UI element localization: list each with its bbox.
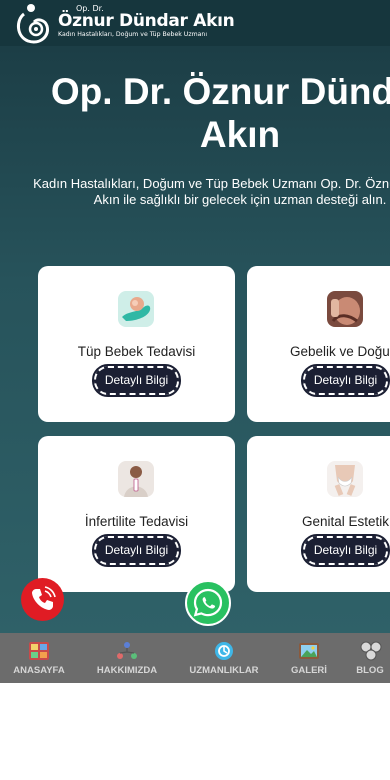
- pregnancy-icon: [327, 291, 363, 327]
- logo-tagline: Kadın Hastalıkları, Doğum ve Tüp Bebek U…: [58, 31, 208, 38]
- logo-name[interactable]: Öznur Dündar Akın: [58, 11, 235, 31]
- nav-label: BLOG: [356, 665, 384, 676]
- nav-item-galeri[interactable]: GALERİ: [280, 633, 338, 683]
- nav-item-uzmanliklar[interactable]: UZMANLIKLAR: [184, 633, 264, 683]
- service-detail-button[interactable]: Detaylı Bilgi: [92, 364, 181, 397]
- nav-item-hakkimizda[interactable]: HAKKIMIZDA: [92, 633, 162, 683]
- hero-subtitle: Kadın Hastalıkları, Doğum ve Tüp Bebek U…: [0, 176, 390, 208]
- service-card-title: İnfertilite Tedavisi: [84, 514, 189, 529]
- nav-label: GALERİ: [291, 665, 327, 676]
- hero-title-line2: Akın: [199, 114, 281, 155]
- service-detail-button[interactable]: Detaylı Bilgi: [92, 534, 181, 567]
- blog-icon: [360, 641, 382, 661]
- service-card-title: Tüp Bebek Tedavisi: [77, 344, 196, 359]
- service-detail-button[interactable]: Detaylı Bilgi: [301, 364, 390, 397]
- hero-title-line1: Op. Dr. Öznur Dündar: [50, 71, 390, 112]
- service-card-gebelik[interactable]: Gebelik ve Doğum Detaylı Bilgi: [247, 266, 390, 422]
- phone-icon: [32, 586, 56, 610]
- hero-section: Op. Dr. Öznur Dündar Akın Kadın Hastalık…: [0, 46, 390, 634]
- service-card-title: Genital Estetik: [301, 514, 390, 529]
- hero-title: Op. Dr. Öznur Dündar Akın: [0, 70, 390, 156]
- hero-subtitle-line1: Kadın Hastalıkları, Doğum ve Tüp Bebek U…: [33, 176, 390, 191]
- home-icon: [29, 642, 49, 660]
- nav-label: HAKKIMIZDA: [96, 665, 158, 676]
- nav-label: UZMANLIKLAR: [189, 665, 259, 676]
- call-button[interactable]: [21, 578, 64, 621]
- genital-aesthetics-icon: [327, 461, 363, 497]
- service-card-tup-bebek[interactable]: Tüp Bebek Tedavisi Detaylı Bilgi: [38, 266, 235, 422]
- embryo-icon: [118, 291, 154, 327]
- nav-label: ANASAYFA: [13, 665, 65, 676]
- expertise-icon: [215, 642, 233, 660]
- service-card-genital-estetik[interactable]: Genital Estetik Detaylı Bilgi: [247, 436, 390, 592]
- gallery-icon: [299, 643, 319, 659]
- hero-subtitle-line2: Akın ile sağlıklı bir gelecek için uzman…: [93, 192, 387, 207]
- bottom-nav: ANASAYFA HAKKIMIZDA UZMANLIKLAR GALERİ B…: [0, 633, 390, 683]
- team-icon: [117, 642, 137, 659]
- nav-item-anasayfa[interactable]: ANASAYFA: [4, 633, 74, 683]
- service-card-title: Gebelik ve Doğum: [289, 344, 390, 359]
- service-card-infertilite[interactable]: İnfertilite Tedavisi Detaylı Bilgi: [38, 436, 235, 592]
- nav-item-blog[interactable]: BLOG: [350, 633, 390, 683]
- pregnancy-test-icon: [118, 461, 154, 497]
- whatsapp-icon: [193, 588, 223, 617]
- logo-mother-baby-icon[interactable]: [14, 0, 50, 46]
- service-detail-button[interactable]: Detaylı Bilgi: [301, 534, 390, 567]
- whatsapp-button[interactable]: [185, 580, 231, 626]
- site-header: Op. Dr. Öznur Dündar Akın Kadın Hastalık…: [0, 0, 390, 46]
